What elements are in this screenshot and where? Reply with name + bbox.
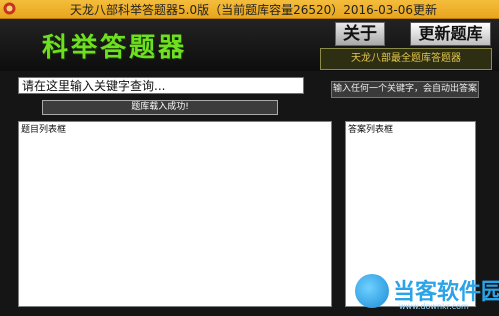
questions-list-box[interactable]: 题目列表框 [18, 121, 332, 307]
app-logo: 科举答题器 [42, 33, 188, 63]
app-window: 天龙八部科举答题器5.0版（当前题库容量26520）2016-03-06更新 科… [0, 0, 499, 316]
update-database-button[interactable]: 更新题库 [410, 22, 491, 46]
about-button[interactable]: 关于 [335, 22, 385, 46]
watermark-url: www.downkr.com [399, 302, 469, 311]
title-bar[interactable]: 天龙八部科举答题器5.0版（当前题库容量26520）2016-03-06更新 [0, 0, 499, 19]
client-area: 科举答题器 关于 更新题库 天龙八部最全题库答题器 输入任何一个关键字，会自动出… [0, 19, 499, 316]
answers-list-label: 答案列表框 [348, 125, 394, 135]
app-icon [3, 2, 16, 15]
search-hint: 输入任何一个关键字，会自动出答案 [331, 81, 479, 98]
site-watermark: 当客软件园 www.downkr.com [355, 274, 499, 314]
questions-list-label: 题目列表框 [21, 125, 67, 135]
watermark-logo-icon [355, 274, 389, 308]
window-title: 天龙八部科举答题器5.0版（当前题库容量26520）2016-03-06更新 [70, 3, 437, 17]
banner-label: 天龙八部最全题库答题器 [320, 48, 492, 70]
search-input[interactable] [18, 77, 304, 94]
status-message: 题库载入成功! [42, 100, 278, 115]
